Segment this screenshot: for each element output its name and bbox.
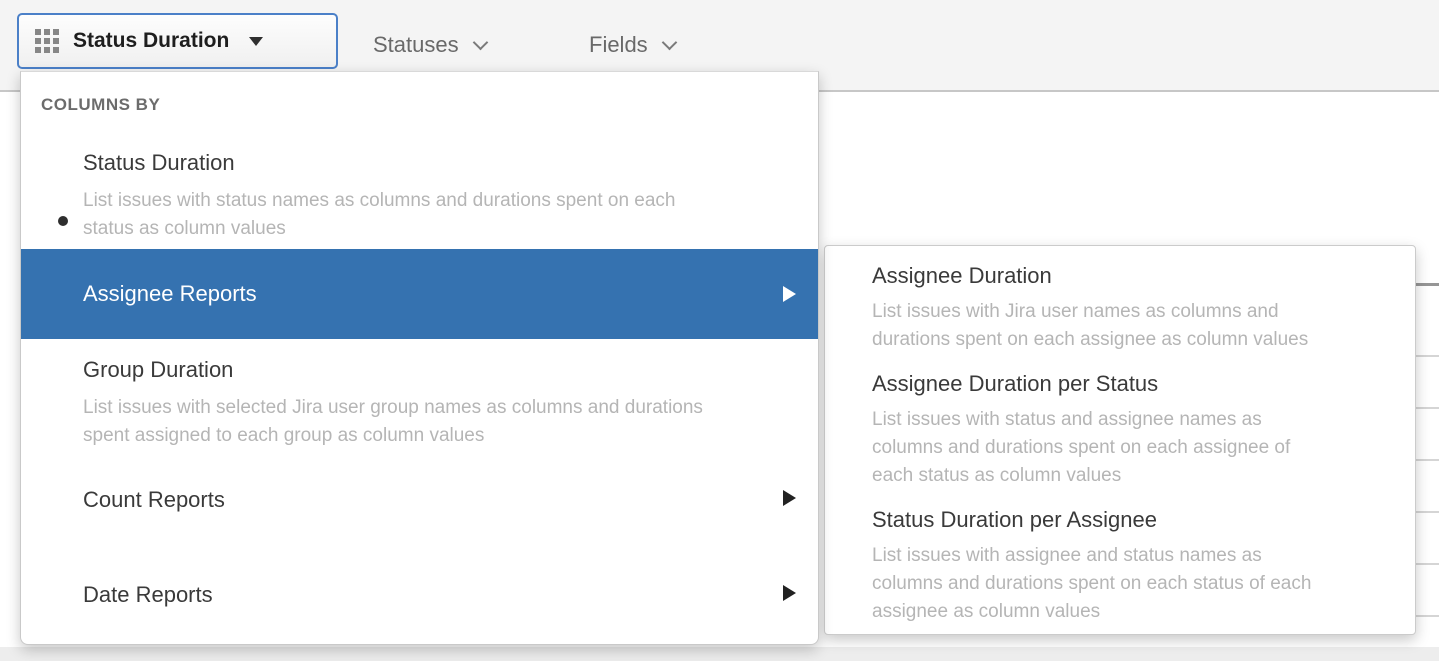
menu-item-count-reports[interactable]: Count Reports (21, 476, 818, 538)
table-row-divider (1414, 407, 1439, 409)
menu-item-title: Count Reports (83, 487, 225, 512)
chevron-down-icon (661, 34, 677, 50)
menu-item-description: List issues with status names as columns… (83, 190, 676, 239)
screen: Status Duration Statuses Fields COLUMNS … (0, 0, 1439, 661)
menu-item-description: List issues with selected Jira user grou… (83, 397, 703, 446)
menu-item-assignee-reports[interactable]: Assignee Reports (21, 249, 818, 339)
table-row-divider (1414, 511, 1439, 513)
submenu-item-title: Assignee Duration per Status (872, 371, 1159, 396)
columns-by-menu: COLUMNS BY Status Duration List issues w… (20, 71, 819, 645)
menu-item-title: Assignee Reports (83, 281, 257, 306)
submenu-item-title: Status Duration per Assignee (872, 507, 1157, 532)
menu-section-label: COLUMNS BY (41, 95, 161, 114)
selected-radio-icon (58, 216, 68, 226)
menu-item-date-reports[interactable]: Date Reports (21, 571, 818, 633)
grid-icon (35, 29, 59, 53)
table-row-divider (1414, 563, 1439, 565)
fields-label: Fields (589, 32, 648, 57)
submenu-item-assignee-duration[interactable]: Assignee Duration List issues with Jira … (825, 246, 1415, 354)
submenu-arrow-icon (783, 490, 796, 506)
menu-item-status-duration[interactable]: Status Duration List issues with status … (21, 132, 818, 250)
page-bottom-strip (0, 647, 1439, 661)
submenu-item-assignee-duration-per-status[interactable]: Assignee Duration per Status List issues… (825, 354, 1415, 490)
table-row-divider (1414, 615, 1439, 617)
caret-down-icon (249, 36, 264, 46)
submenu-item-description: List issues with status and assignee nam… (872, 409, 1291, 486)
submenu-item-description: List issues with assignee and status nam… (872, 545, 1312, 622)
report-view-button[interactable]: Status Duration (17, 13, 338, 69)
submenu-arrow-icon (783, 286, 796, 302)
menu-item-group-duration[interactable]: Group Duration List issues with selected… (21, 350, 818, 470)
assignee-reports-submenu: Assignee Duration List issues with Jira … (824, 245, 1416, 635)
background-table-strip (1414, 94, 1439, 647)
submenu-item-status-duration-per-assignee[interactable]: Status Duration per Assignee List issues… (825, 490, 1415, 636)
table-row-divider (1414, 355, 1439, 357)
statuses-label: Statuses (373, 32, 459, 57)
submenu-item-description: List issues with Jira user names as colu… (872, 301, 1309, 350)
menu-item-title: Status Duration (83, 150, 235, 175)
table-header-divider (1414, 283, 1439, 286)
submenu-item-title: Assignee Duration (872, 263, 1052, 288)
submenu-arrow-icon (783, 585, 796, 601)
chevron-down-icon (472, 34, 488, 50)
menu-item-title: Group Duration (83, 357, 234, 382)
report-view-button-label: Status Duration (73, 29, 230, 52)
menu-item-title: Date Reports (83, 582, 213, 607)
table-row-divider (1414, 459, 1439, 461)
